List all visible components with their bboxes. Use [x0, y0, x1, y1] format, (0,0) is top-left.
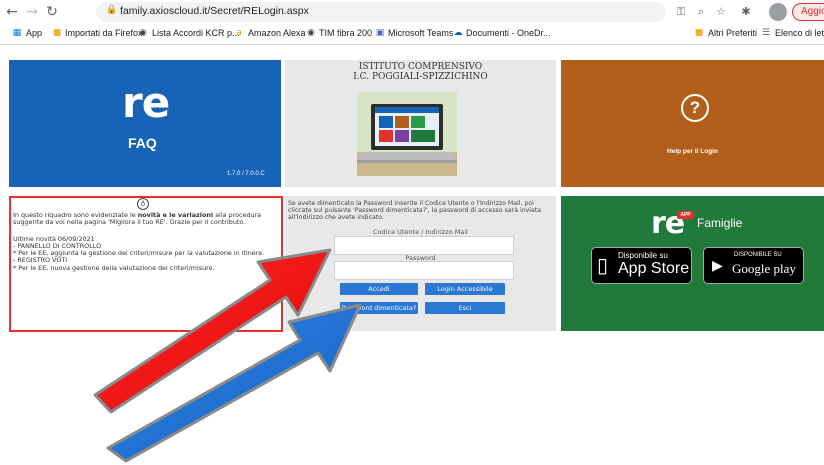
- apps-grid-icon: ▦: [12, 28, 22, 38]
- forward-icon[interactable]: →: [24, 4, 40, 20]
- reading-list-icon: ☰: [761, 28, 771, 38]
- cloud-icon: ☁: [453, 28, 463, 38]
- bookmark-app[interactable]: App: [26, 28, 42, 38]
- exit-button[interactable]: Esci: [425, 302, 505, 314]
- question-icon: ?: [681, 94, 709, 122]
- bookmark-kcr[interactable]: Lista Accordi KCR p...: [152, 28, 240, 38]
- news-intro: In questo riquadro sono evidenziate le n…: [13, 211, 277, 227]
- zoom-icon[interactable]: ⌕: [694, 5, 708, 19]
- laptop-image: [357, 92, 457, 176]
- app-store-badge[interactable]: ▯ Disponibile su App Store: [591, 247, 692, 284]
- faq-label: FAQ: [128, 135, 157, 151]
- phone-icon: ▯: [597, 253, 609, 277]
- re-logo: re: [122, 78, 170, 127]
- school-title-line2: I.C. POGGIALI-SPIZZICHINO: [353, 72, 488, 82]
- star-icon[interactable]: ☆: [714, 5, 728, 19]
- help-label: Help per il Login: [667, 148, 718, 155]
- login-button[interactable]: Accedi: [340, 283, 418, 295]
- version-label: 1.7.0 / 7.0.0.C: [227, 171, 265, 177]
- globe-icon: ◉: [139, 28, 147, 38]
- amazon-icon: a: [236, 28, 242, 38]
- globe-icon: ◉: [307, 28, 315, 38]
- school-title-line1: ISTITUTO COMPRENSIVO: [358, 62, 483, 72]
- bookmark-firefox[interactable]: Importati da Firefox: [65, 28, 143, 38]
- password-input[interactable]: [334, 261, 514, 280]
- teams-icon: ▣: [375, 28, 385, 38]
- appstore-big: App Store: [618, 260, 690, 277]
- update-button[interactable]: Aggiorna: [792, 3, 824, 21]
- lock-icon: 🔒: [106, 5, 118, 15]
- user-input[interactable]: [334, 236, 514, 255]
- bookmark-alexa[interactable]: Amazon Alexa: [248, 28, 306, 38]
- app-title: Famiglie: [697, 216, 743, 230]
- bookmark-teams[interactable]: Microsoft Teams: [388, 28, 453, 38]
- key-icon[interactable]: ⚿: [674, 5, 688, 19]
- user-label: Codice Utente / Indirizzo Mail: [373, 228, 468, 236]
- back-icon[interactable]: ←: [4, 4, 20, 20]
- help-tile[interactable]: [561, 60, 824, 187]
- school-title: ISTITUTO COMPRENSIVO I.C. POGGIALI-SPIZZ…: [285, 62, 556, 82]
- news-body: In questo riquadro sono evidenziate le n…: [13, 211, 277, 272]
- app-badge: APP: [677, 211, 694, 219]
- gplay-big: Google play: [732, 261, 796, 276]
- login-help-text: Se avete dimenticato la Password inserit…: [288, 200, 542, 222]
- play-icon: ▶: [712, 258, 723, 274]
- extensions-icon[interactable]: ✱: [739, 5, 753, 19]
- folder-icon: ■: [52, 28, 62, 38]
- reload-icon[interactable]: ↻: [44, 4, 60, 20]
- gplay-small: DISPONIBILE SU: [734, 252, 782, 258]
- forgot-password-button[interactable]: Password dimenticata?: [340, 302, 418, 314]
- url-text[interactable]: family.axioscloud.it/Secret/RELogin.aspx: [120, 5, 309, 17]
- bookmark-other[interactable]: Altri Preferiti: [708, 28, 757, 38]
- bookmark-onedrive[interactable]: Documenti - OneDr...: [466, 28, 551, 38]
- profile-avatar[interactable]: [769, 3, 787, 21]
- appstore-small: Disponibile su: [618, 251, 668, 260]
- google-play-badge[interactable]: ▶ DISPONIBILE SU Google play: [703, 247, 804, 284]
- accessible-login-button[interactable]: Login Accessibile: [425, 283, 505, 295]
- bookmark-reading[interactable]: Elenco di lettura: [775, 28, 824, 38]
- news-line: * Per le EE, nuova gestione della valuta…: [13, 263, 215, 272]
- bookmark-tim[interactable]: TIM fibra 200: [319, 28, 372, 38]
- folder-icon: ■: [694, 28, 704, 38]
- lightbulb-icon: ♁: [137, 198, 149, 210]
